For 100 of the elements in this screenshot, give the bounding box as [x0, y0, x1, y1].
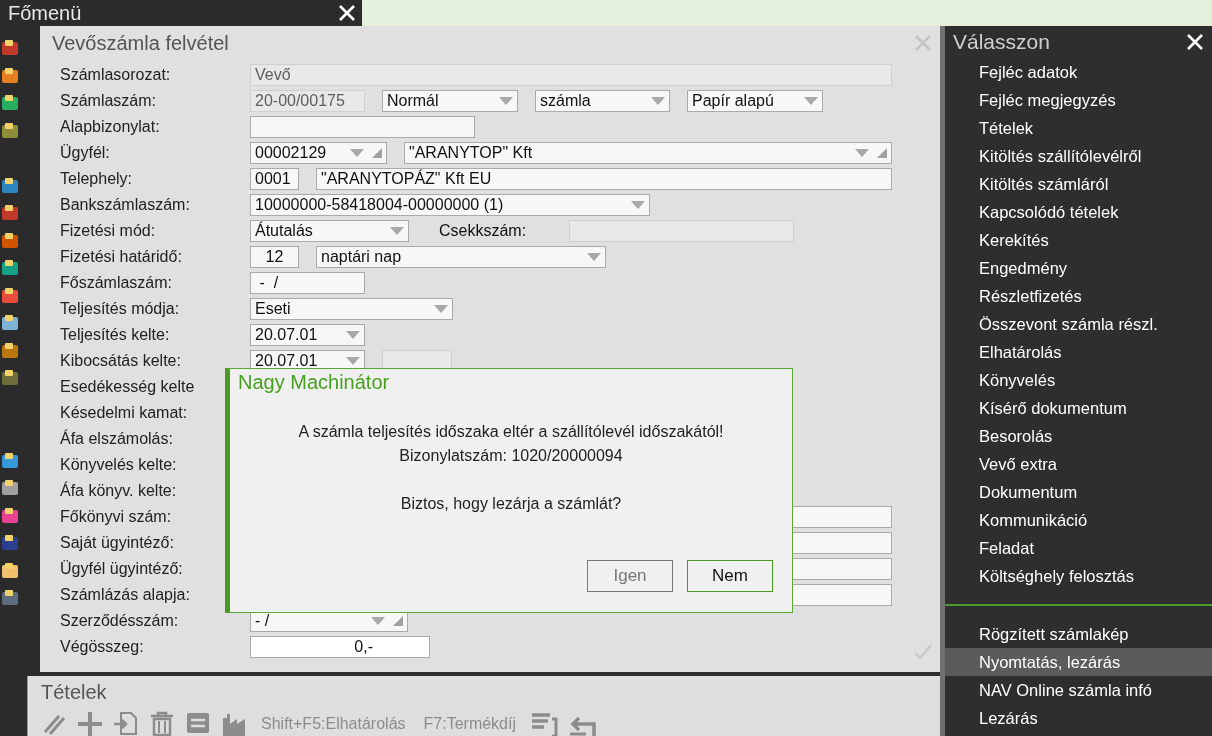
menu-item[interactable]: Kitöltés szállítólevélről [945, 142, 1212, 170]
module-icon[interactable] [0, 65, 20, 86]
menu-item[interactable]: Elhatárolás [945, 338, 1212, 366]
field-label: Fizetési határidő: [60, 248, 183, 266]
menu-item[interactable]: Kapcsolódó tételek [945, 198, 1212, 226]
panel-title: Tételek [41, 680, 108, 704]
menu-item[interactable]: Könyvelés [945, 366, 1212, 394]
field-label: Bankszámlaszám: [60, 196, 191, 214]
caret-icon [651, 97, 665, 105]
module-icon[interactable] [0, 450, 20, 471]
module-icon[interactable] [0, 203, 20, 223]
menu-item[interactable]: Lezárás [945, 704, 1212, 732]
module-icon[interactable] [0, 313, 20, 333]
menu-item[interactable]: Nyomtatás, lezárás [945, 648, 1212, 676]
caret-icon [499, 97, 513, 105]
menu-item[interactable]: Vevő extra [945, 450, 1212, 478]
menu-item[interactable]: Engedmény [945, 254, 1212, 282]
module-icon[interactable] [0, 38, 20, 58]
field-label: Ügyfél: [60, 144, 111, 162]
dropdown[interactable]: Eseti [250, 298, 453, 320]
module-icon[interactable] [0, 340, 20, 361]
module-icon[interactable] [0, 588, 20, 608]
readonly-field[interactable]: 20-00/00175 [250, 90, 365, 112]
field-label: Késedelmi kamat: [60, 404, 189, 422]
menu-item[interactable]: Kitöltés számláról [945, 170, 1212, 198]
caret-icon [390, 227, 404, 235]
field-label: Főszámlaszám: [60, 274, 174, 292]
menu-item[interactable]: Fejléc megjegyzés [945, 86, 1212, 114]
dropdown[interactable]: Papír alapú [687, 90, 823, 112]
field-label: Szerződésszám: [60, 612, 180, 630]
field-label: Áfa elszámolás: [60, 430, 174, 448]
readonly-field[interactable]: Vevő [250, 64, 892, 86]
menu-item[interactable]: Kommunikáció [945, 506, 1212, 534]
resize-corner-icon [372, 148, 382, 158]
menu-item[interactable]: Összevont számla részl. [945, 310, 1212, 338]
field-label: Főkönyvi szám: [60, 508, 173, 526]
dialog-title: Nagy Machinátor [237, 370, 391, 394]
field-label: Számlázás alapja: [60, 586, 191, 604]
module-icon[interactable] [0, 230, 20, 251]
menu-item[interactable]: Rögzített számlakép [945, 620, 1212, 648]
module-icon[interactable] [0, 120, 20, 141]
panel-title: Válasszon [953, 30, 1050, 54]
caret-icon [346, 357, 360, 365]
dropdown[interactable]: Átutalás [250, 220, 409, 242]
caret-icon [434, 305, 448, 313]
checkmark-icon[interactable] [914, 644, 932, 660]
module-icon[interactable] [0, 285, 20, 306]
message-text: Biztos, hogy lezárja a számlát? [400, 494, 622, 514]
module-icon[interactable] [0, 505, 20, 526]
text-field[interactable]: - / [250, 272, 365, 294]
menu-item[interactable]: Költséghely felosztás [945, 562, 1212, 590]
dialog-button[interactable]: Igen [587, 560, 673, 592]
dropdown[interactable]: számla [535, 90, 670, 112]
module-icon[interactable] [0, 478, 20, 498]
combo-box[interactable]: 00002129 [250, 142, 387, 164]
module-icon[interactable] [0, 560, 20, 581]
text-field[interactable]: 0,- [250, 636, 430, 658]
menu-item[interactable]: Kísérő dokumentum [945, 394, 1212, 422]
menu-item[interactable]: Részletfizetés [945, 282, 1212, 310]
module-icon[interactable] [0, 93, 20, 113]
field-label: Csekkszám: [438, 221, 528, 241]
caret-icon [804, 97, 818, 105]
field-label: Saját ügyintéző: [60, 534, 175, 552]
field-label: Fizetési mód: [60, 222, 157, 240]
menu-item[interactable]: Feladat [945, 534, 1212, 562]
field-label: Alapbizonylat: [60, 118, 161, 136]
field-label: Áfa könyv. kelte: [60, 482, 178, 500]
text-field[interactable]: 12 [250, 246, 299, 268]
combo-box[interactable]: "ARANYTOP" Kft [404, 142, 892, 164]
text-field[interactable]: 0001 [250, 168, 299, 190]
menu-item[interactable]: Fejléc adatok [945, 58, 1212, 86]
field-label: Teljesítés kelte: [60, 326, 171, 344]
dropdown[interactable]: 10000000-58418004-00000000 (1) [250, 194, 650, 216]
text-field[interactable] [250, 116, 475, 138]
menu-item[interactable]: Tételek [945, 114, 1212, 142]
field-label: Teljesítés módja: [60, 300, 181, 318]
dropdown[interactable]: naptári nap [316, 246, 606, 268]
module-icon[interactable] [0, 533, 20, 553]
menu-item[interactable]: Besorolás [945, 422, 1212, 450]
caret-icon [631, 201, 645, 209]
menu-item[interactable]: NAV Online számla infó [945, 676, 1212, 704]
message-text: A számla teljesítés időszaka eltér a szállítólevél időszakától! [298, 422, 724, 442]
field-label: Végösszeg: [60, 638, 145, 656]
caret-icon [371, 617, 385, 625]
menu-item[interactable]: Dokumentum [945, 478, 1212, 506]
caret-icon [587, 253, 601, 261]
dropdown[interactable]: 20.07.01 [250, 324, 365, 346]
module-icon[interactable] [0, 175, 20, 196]
resize-corner-icon [393, 616, 403, 626]
dropdown[interactable]: Normál [382, 90, 518, 112]
module-icon[interactable] [0, 258, 20, 278]
text-field[interactable]: "ARANYTOPÁZ" Kft EU [316, 168, 892, 190]
caret-icon [855, 149, 869, 157]
module-icon[interactable] [0, 368, 20, 388]
dialog-button[interactable]: Nem [687, 560, 773, 592]
readonly-field[interactable] [569, 220, 794, 242]
menu-item[interactable]: Kerekítés [945, 226, 1212, 254]
window-title: Vevőszámla felvétel [52, 31, 229, 55]
caret-icon [346, 331, 360, 339]
field-label: Ügyfél ügyintéző: [60, 560, 184, 578]
